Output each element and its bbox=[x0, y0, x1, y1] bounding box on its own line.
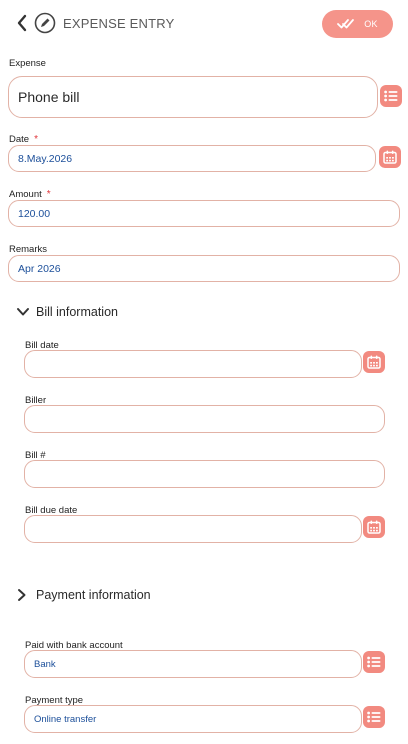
date-value: 8.May.2026 bbox=[18, 152, 73, 165]
calendar-icon bbox=[367, 520, 381, 534]
chevron-right-icon bbox=[18, 589, 26, 601]
edit-mode-icon-wrap bbox=[34, 12, 56, 34]
pencil-icon bbox=[34, 12, 56, 34]
amount-value: 120.00 bbox=[18, 207, 51, 220]
ok-label: OK bbox=[364, 19, 378, 29]
remarks-field[interactable]: Apr 2026 bbox=[8, 255, 400, 282]
back-arrow-icon bbox=[17, 14, 27, 32]
date-required-mark: * bbox=[34, 134, 38, 145]
calendar-icon bbox=[383, 150, 397, 164]
expense-value: Phone bill bbox=[18, 89, 80, 105]
bill-date-field[interactable] bbox=[24, 350, 362, 378]
remarks-label: Remarks bbox=[9, 244, 48, 255]
remarks-value: Apr 2026 bbox=[18, 262, 61, 275]
amount-label: Amount * bbox=[9, 189, 51, 200]
back-button[interactable] bbox=[14, 13, 30, 33]
bill-due-date-field[interactable] bbox=[24, 515, 362, 543]
bill-section-toggle[interactable]: Bill information bbox=[16, 303, 118, 321]
paid-with-field[interactable]: Bank bbox=[24, 650, 362, 678]
paid-with-list-button[interactable] bbox=[363, 651, 385, 673]
list-icon bbox=[367, 656, 381, 668]
payment-type-value: Online transfer bbox=[34, 713, 97, 725]
expense-list-button[interactable] bbox=[380, 85, 402, 107]
bill-number-field[interactable] bbox=[24, 460, 385, 488]
date-label: Date * bbox=[9, 134, 38, 145]
double-check-icon bbox=[337, 19, 355, 29]
page-title: EXPENSE ENTRY bbox=[63, 16, 175, 31]
payment-type-field[interactable]: Online transfer bbox=[24, 705, 362, 733]
payment-section-toggle[interactable]: Payment information bbox=[16, 586, 151, 604]
bill-section-title: Bill information bbox=[36, 305, 118, 319]
chevron-down-icon bbox=[17, 308, 29, 316]
date-field[interactable]: 8.May.2026 bbox=[8, 145, 376, 172]
paid-with-value: Bank bbox=[34, 658, 56, 670]
ok-button[interactable]: OK bbox=[322, 10, 393, 38]
expense-label: Expense bbox=[9, 58, 46, 69]
amount-required-mark: * bbox=[46, 189, 51, 200]
bill-date-calendar-button[interactable] bbox=[363, 351, 385, 373]
payment-section-title: Payment information bbox=[36, 588, 151, 602]
biller-field[interactable] bbox=[24, 405, 385, 433]
bill-due-date-calendar-button[interactable] bbox=[363, 516, 385, 538]
payment-type-list-button[interactable] bbox=[363, 706, 385, 728]
date-calendar-button[interactable] bbox=[379, 146, 401, 168]
calendar-icon bbox=[367, 355, 381, 369]
amount-field[interactable]: 120.00 bbox=[8, 200, 400, 227]
expense-field[interactable]: Phone bill bbox=[8, 76, 378, 118]
list-icon bbox=[384, 90, 398, 102]
list-icon bbox=[367, 711, 381, 723]
